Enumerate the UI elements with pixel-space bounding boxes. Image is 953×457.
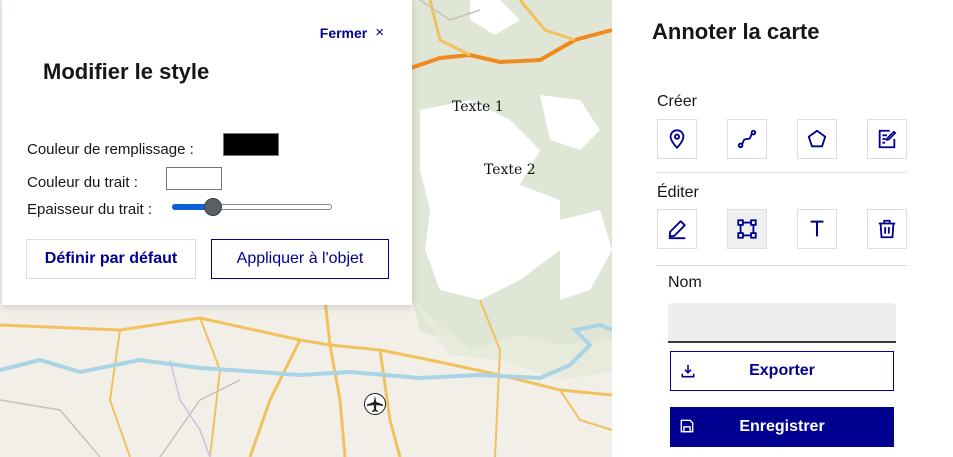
create-line-button[interactable]	[727, 119, 767, 159]
map-text-label-1[interactable]: Texte 1	[452, 99, 504, 115]
edit-text-button[interactable]	[797, 209, 837, 249]
apply-to-object-button[interactable]: Appliquer à l'objet	[211, 239, 389, 279]
stroke-color-picker[interactable]	[166, 167, 222, 190]
text-icon	[810, 220, 824, 237]
name-label: Nom	[668, 274, 702, 291]
stroke-width-label: Epaisseur du trait :	[27, 201, 153, 218]
section-divider	[656, 265, 907, 266]
edit-section-label: Éditer	[657, 184, 699, 201]
section-divider	[656, 172, 907, 173]
edit-delete-button[interactable]	[867, 209, 907, 249]
export-button[interactable]: Exporter	[670, 351, 894, 391]
set-default-button[interactable]: Définir par défaut	[26, 239, 196, 279]
annotate-sidebar: Annoter la carte Créer Éditer Nom Export…	[612, 0, 953, 457]
trash-icon	[878, 219, 896, 239]
edit-pencil-button[interactable]	[657, 209, 697, 249]
marker-icon	[669, 129, 685, 150]
line-icon	[737, 129, 757, 149]
fill-color-label: Couleur de remplissage :	[27, 141, 194, 158]
fill-color-picker[interactable]	[223, 133, 279, 156]
save-disk-icon	[680, 419, 694, 433]
stroke-color-label: Couleur du trait :	[27, 174, 138, 191]
close-button[interactable]: Fermer ×	[320, 24, 384, 41]
style-editor-panel: Fermer × Modifier le style Couleur de re…	[2, 0, 412, 305]
create-section-label: Créer	[657, 93, 698, 110]
select-shape-icon	[737, 219, 757, 239]
download-icon	[681, 364, 695, 378]
create-polygon-button[interactable]	[797, 119, 837, 159]
map-text-label-2[interactable]: Texte 2	[484, 162, 536, 178]
airport-icon	[364, 393, 386, 415]
name-input[interactable]	[668, 303, 896, 343]
close-icon: ×	[375, 24, 384, 41]
slider-thumb[interactable]	[204, 198, 222, 216]
close-label: Fermer	[319, 24, 368, 41]
sidebar-title: Annoter la carte	[652, 19, 820, 44]
stroke-width-slider[interactable]	[172, 198, 334, 216]
save-button[interactable]: Enregistrer	[670, 407, 894, 447]
edit-select-shape-button[interactable]	[727, 209, 767, 249]
export-label: Exporter	[749, 362, 815, 379]
save-label: Enregistrer	[739, 418, 825, 435]
create-note-button[interactable]	[867, 119, 907, 159]
note-icon	[878, 129, 897, 149]
polygon-icon	[807, 129, 827, 148]
pencil-icon	[668, 220, 686, 240]
create-marker-button[interactable]	[657, 119, 697, 159]
style-panel-title: Modifier le style	[43, 59, 210, 84]
